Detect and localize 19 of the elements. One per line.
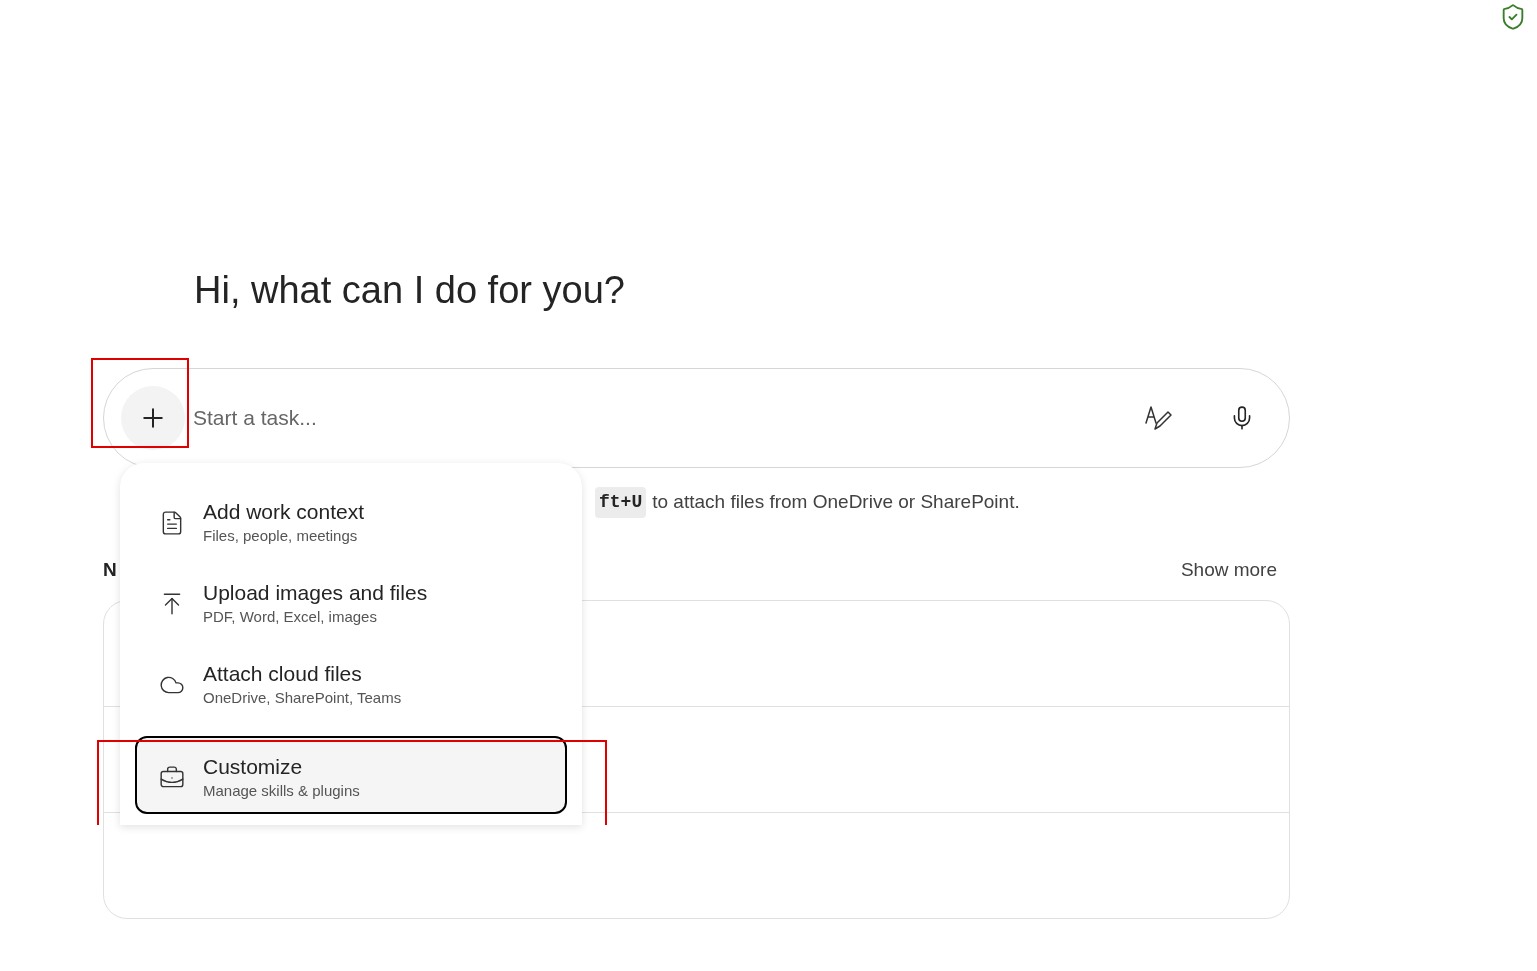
text-style-icon[interactable] xyxy=(1143,403,1173,433)
menu-item[interactable]: Customize Manage skills & plugins xyxy=(135,736,567,814)
menu-item-subtitle: PDF, Word, Excel, images xyxy=(203,607,378,627)
show-more-link[interactable]: Show more xyxy=(1180,556,1277,585)
greeting-heading: Hi, what can I do for you? xyxy=(194,268,625,313)
shortcut-key: ft+U xyxy=(595,487,647,518)
menu-item-title: Customize xyxy=(203,754,304,780)
menu-item-title: Attach cloud files xyxy=(203,661,363,687)
section-title: N xyxy=(103,558,117,582)
menu-item[interactable]: Upload images and files PDF, Word, Excel, images xyxy=(135,574,567,634)
menu-item-subtitle: OneDrive, SharePoint, Teams xyxy=(203,688,402,708)
menu-item[interactable]: Add work context Files, people, meetings xyxy=(135,493,567,553)
menu-item-title: Add work context xyxy=(203,499,365,525)
menu-item-subtitle: Files, people, meetings xyxy=(203,526,359,546)
attach-hint: to attach files from OneDrive or SharePoint. xyxy=(652,490,1020,515)
menu-item-subtitle: Manage skills & plugins xyxy=(203,781,360,801)
menu-item-title: Upload images and files xyxy=(203,580,428,606)
menu-item[interactable]: Attach cloud files OneDrive, SharePoint, Teams xyxy=(135,655,567,715)
task-input[interactable]: Start a task... xyxy=(193,402,1135,434)
